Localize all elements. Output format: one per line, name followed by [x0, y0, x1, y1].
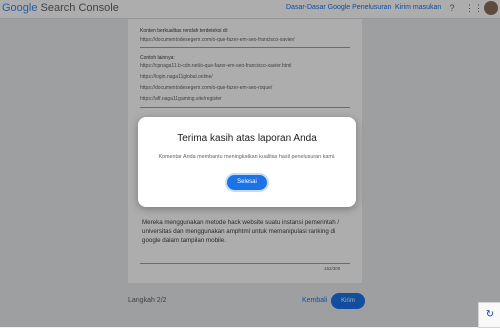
recaptcha-icon[interactable]: ↻: [478, 302, 500, 328]
done-button[interactable]: Selesai: [227, 175, 267, 190]
dialog-title: Terima kasih atas laporan Anda: [177, 133, 317, 144]
dialog-body: Komentar Anda membantu meningkatkan kual…: [158, 154, 336, 160]
thank-you-dialog: Terima kasih atas laporan Anda Komentar …: [138, 117, 356, 207]
